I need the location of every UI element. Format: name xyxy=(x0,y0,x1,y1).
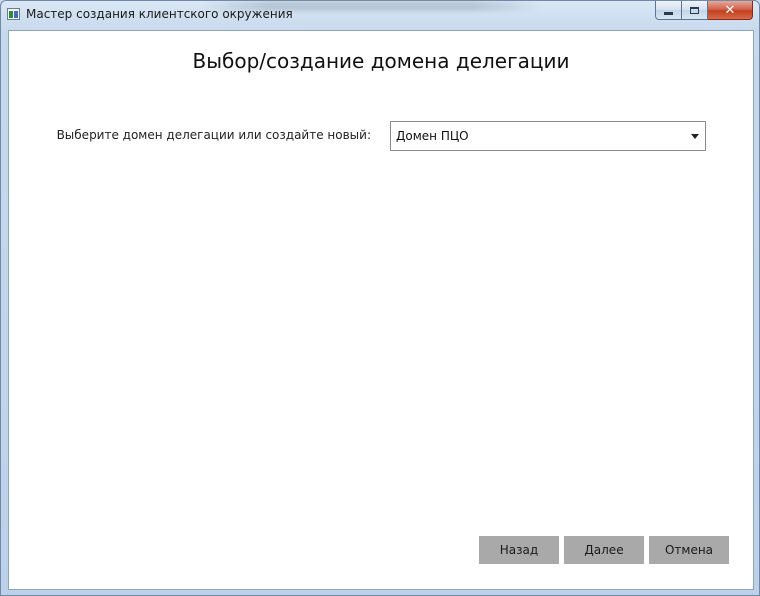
domain-select[interactable]: Домен ПЦО xyxy=(390,121,706,151)
next-button[interactable]: Далее xyxy=(564,536,644,564)
chevron-down-icon[interactable] xyxy=(691,134,699,139)
window-title: Мастер создания клиентского окружения xyxy=(26,7,293,21)
page-title: Выбор/создание домена делегации xyxy=(192,49,570,73)
minimize-icon xyxy=(664,11,673,15)
minimize-button[interactable] xyxy=(655,1,682,20)
maximize-button[interactable] xyxy=(682,1,708,20)
close-button[interactable]: ✕ xyxy=(708,1,753,20)
caption-buttons: ✕ xyxy=(655,1,753,21)
cancel-button[interactable]: Отмена xyxy=(649,536,729,564)
title-bar[interactable]: Мастер создания клиентского окружения ✕ xyxy=(1,1,759,29)
maximize-icon xyxy=(690,6,699,14)
wizard-content: Выбор/создание домена делегации Выберите… xyxy=(8,30,754,590)
wizard-window: Мастер создания клиентского окружения ✕ … xyxy=(0,0,760,596)
close-icon: ✕ xyxy=(724,2,736,18)
app-window-icon xyxy=(7,8,20,20)
domain-select-label: Выберите домен делегации или создайте но… xyxy=(56,128,371,142)
back-button[interactable]: Назад xyxy=(479,536,559,564)
domain-select-value: Домен ПЦО xyxy=(396,129,469,143)
